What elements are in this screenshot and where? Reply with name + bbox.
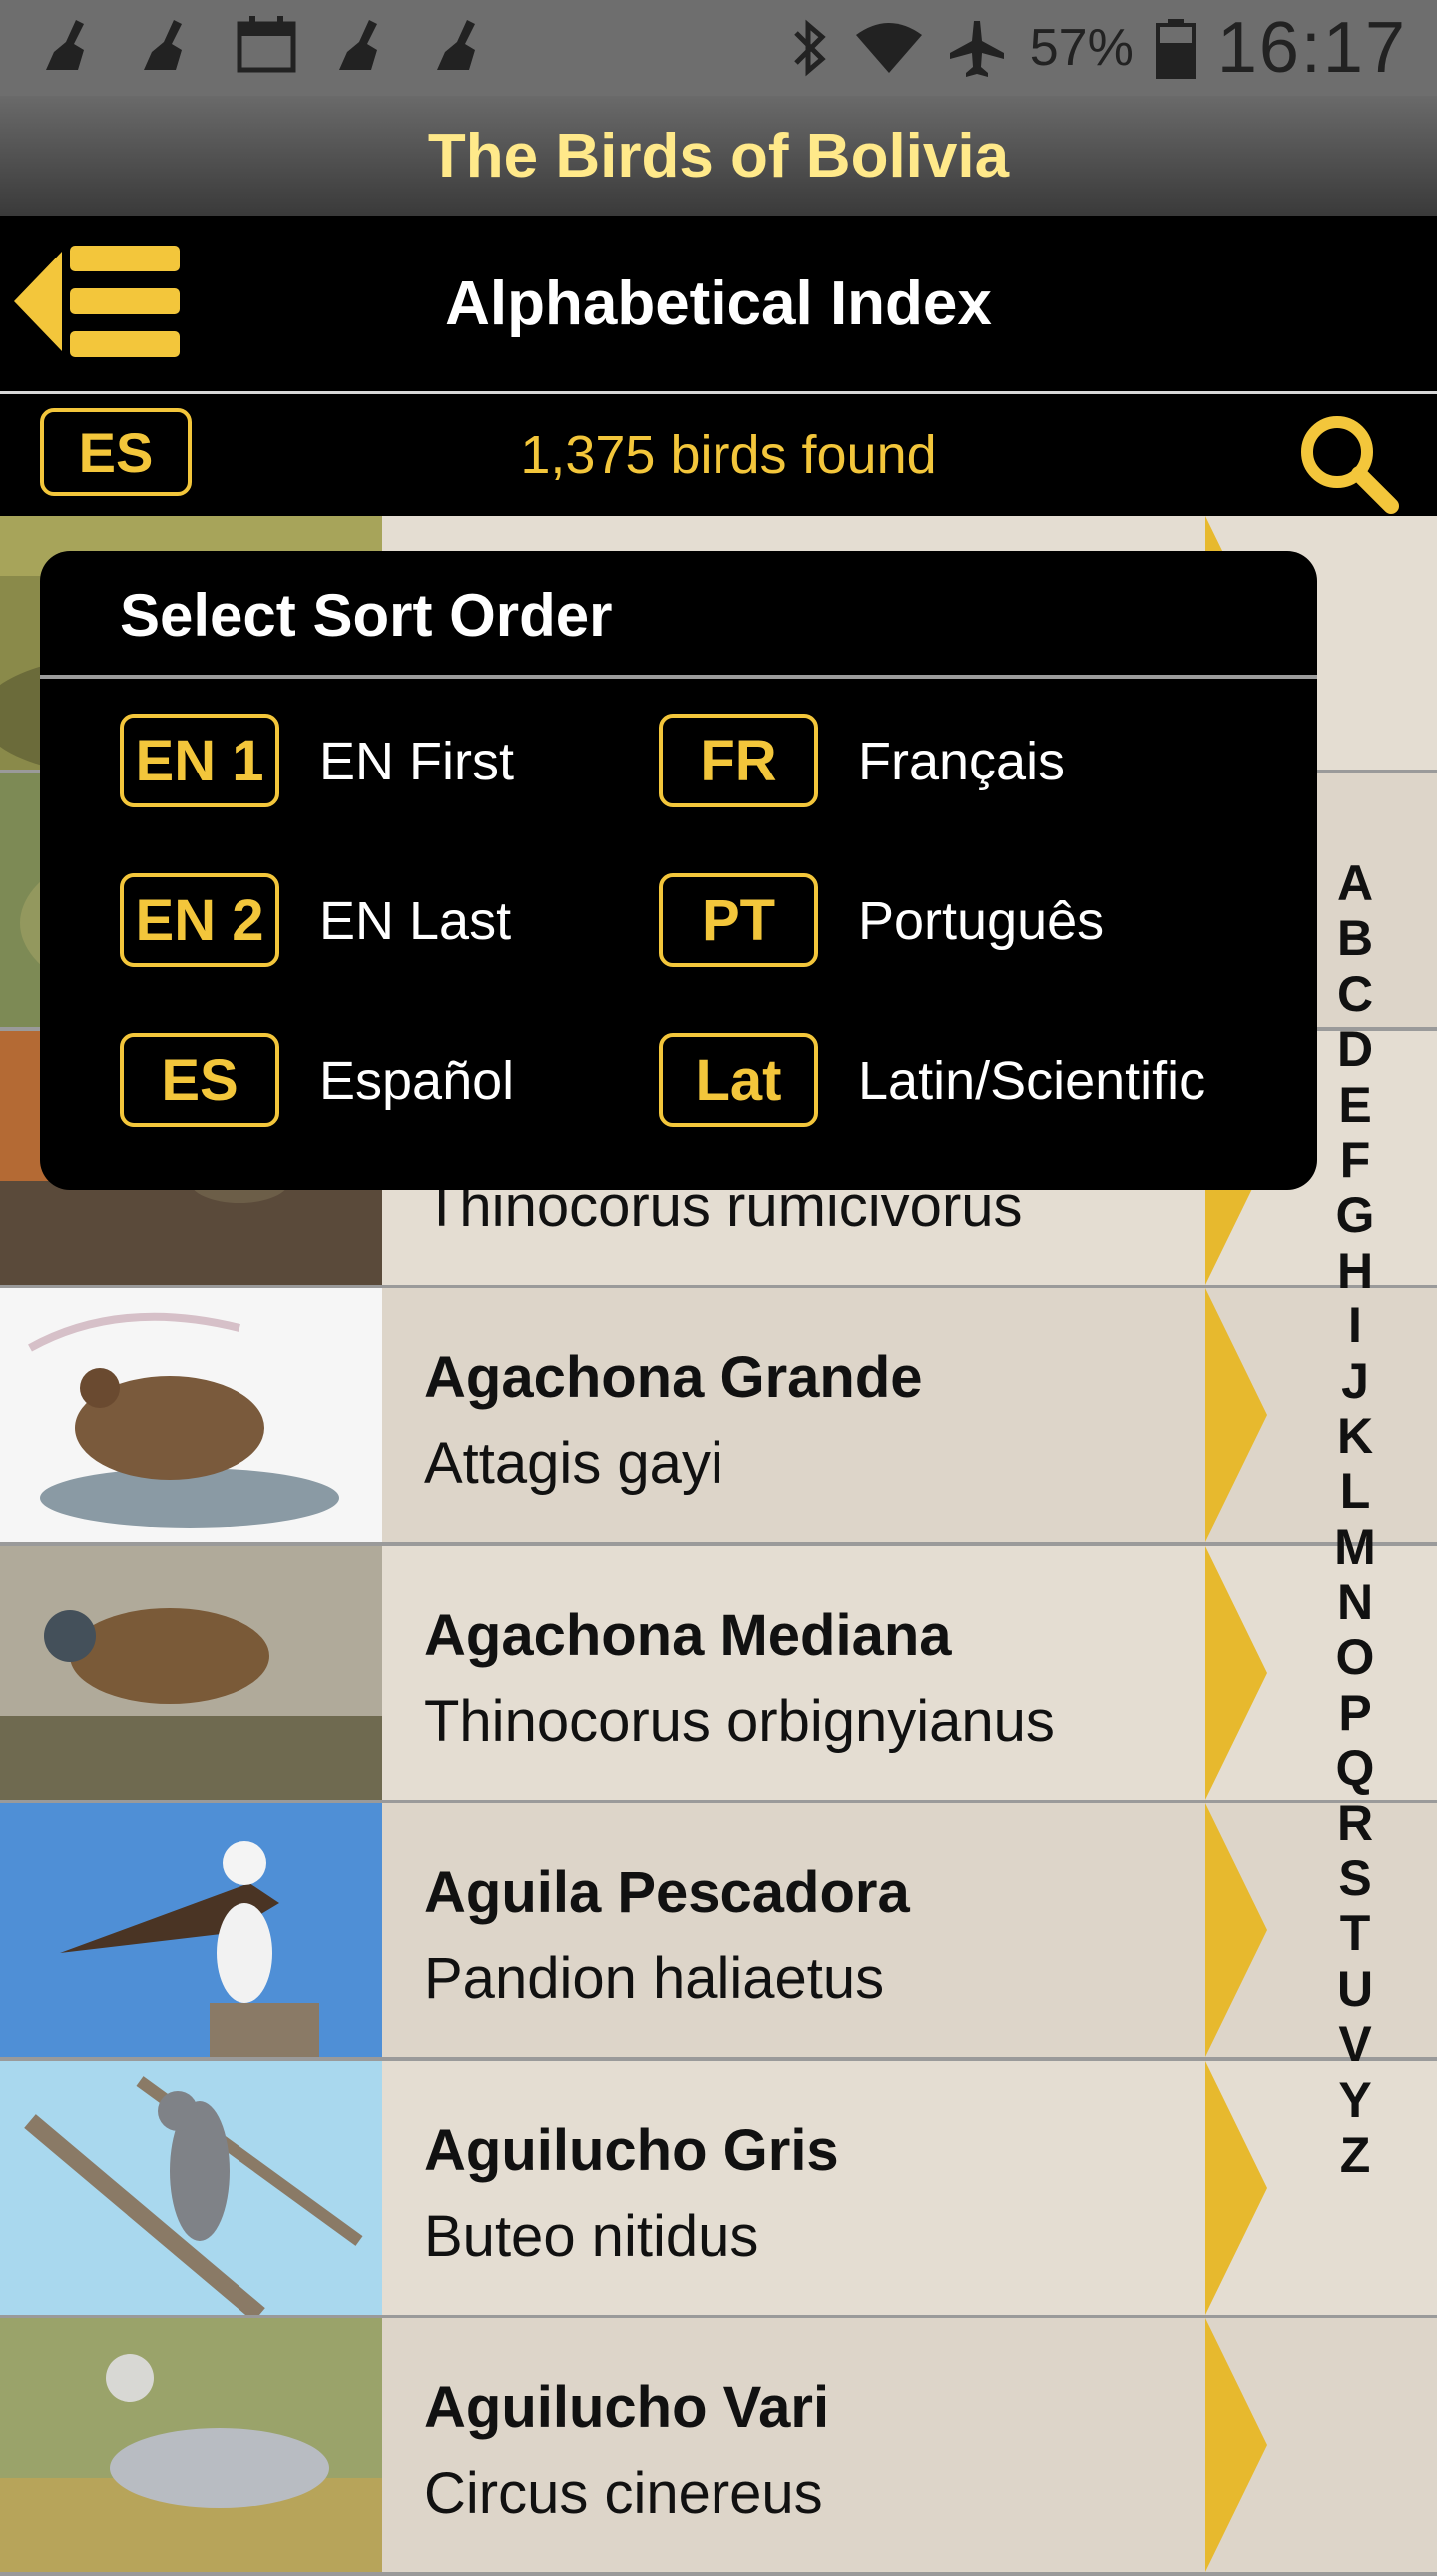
sort-option-lat-label[interactable]: Latin/Scientific xyxy=(858,1050,1205,1112)
bird-thumbnail xyxy=(0,1803,382,2057)
header: Alphabetical Index xyxy=(0,216,1437,394)
index-letter[interactable]: C xyxy=(1337,966,1373,1022)
index-letter[interactable]: B xyxy=(1337,910,1373,966)
wifi-icon xyxy=(855,23,922,73)
sort-option-en2-button[interactable]: EN 2 xyxy=(120,873,279,967)
chevron-right-icon xyxy=(1205,1803,1267,2057)
popup-title: Select Sort Order xyxy=(120,582,613,649)
index-letter[interactable]: V xyxy=(1338,2016,1371,2072)
bluetooth-icon xyxy=(793,19,826,77)
broom-icon xyxy=(339,20,377,70)
sort-option-en2-label[interactable]: EN Last xyxy=(319,890,511,952)
index-letter[interactable]: Q xyxy=(1336,1740,1375,1796)
system-icons: 57% 16:17 xyxy=(788,0,1407,96)
app-title: The Birds of Bolivia xyxy=(427,121,1010,191)
chevron-right-icon xyxy=(1205,2318,1267,2572)
sort-option-pt-button[interactable]: PT xyxy=(659,873,818,967)
bird-name: Aguila Pescadora xyxy=(424,1860,910,1925)
index-letter[interactable]: Y xyxy=(1338,2072,1371,2128)
list-item[interactable]: Aguilucho Vari Circus cinereus xyxy=(0,2318,1437,2576)
notification-icons xyxy=(40,14,493,76)
clock: 16:17 xyxy=(1216,8,1407,88)
index-letter[interactable]: I xyxy=(1348,1297,1362,1353)
index-letter[interactable]: K xyxy=(1337,1408,1373,1464)
sort-option-en1-button[interactable]: EN 1 xyxy=(120,714,279,807)
index-letter[interactable]: H xyxy=(1337,1243,1373,1298)
sort-option-lat-button[interactable]: Lat xyxy=(659,1033,818,1127)
sort-option-pt-label[interactable]: Português xyxy=(858,890,1104,952)
language-button[interactable]: ES xyxy=(40,408,192,496)
bird-latin-name: Pandion haliaetus xyxy=(424,1946,885,2011)
list-item[interactable]: Agachona Mediana Thinocorus orbignyianus xyxy=(0,1546,1437,1803)
results-count: 1,375 birds found xyxy=(520,425,937,485)
sort-order-popup: Select Sort Order EN 1 EN First FR Franç… xyxy=(40,551,1317,1190)
sort-option-fr-button[interactable]: FR xyxy=(659,714,818,807)
battery-percent: 57% xyxy=(1029,19,1134,77)
broom-icon xyxy=(437,20,475,70)
bird-latin-name: Thinocorus orbignyianus xyxy=(424,1689,1055,1754)
index-letter[interactable]: E xyxy=(1338,1077,1371,1133)
index-letter[interactable]: Z xyxy=(1340,2127,1371,2183)
bird-name: Agachona Mediana xyxy=(424,1603,952,1668)
filter-bar: 1,375 birds found ES xyxy=(0,394,1437,516)
index-letter[interactable]: S xyxy=(1338,1850,1371,1906)
bird-thumbnail xyxy=(0,2061,382,2315)
alphabet-index[interactable]: A B C D E F G H I J K L M N O P Q R S T … xyxy=(1315,855,1395,2183)
index-letter[interactable]: U xyxy=(1337,1961,1373,2017)
bird-name: Agachona Grande xyxy=(424,1345,923,1410)
divider xyxy=(40,675,1317,679)
sort-option-en1-label[interactable]: EN First xyxy=(319,731,514,792)
list-item[interactable]: Agachona Grande Attagis gayi xyxy=(0,1288,1437,1546)
back-menu-button[interactable] xyxy=(14,244,184,359)
bird-thumbnail xyxy=(0,1546,382,1800)
index-letter[interactable]: T xyxy=(1340,1906,1371,1962)
chevron-right-icon xyxy=(1205,1288,1267,1542)
broom-icon xyxy=(46,20,84,70)
chevron-right-icon xyxy=(1205,1546,1267,1800)
index-letter[interactable]: O xyxy=(1336,1630,1375,1686)
index-letter[interactable]: D xyxy=(1337,1021,1373,1077)
battery-icon xyxy=(1155,19,1196,79)
index-letter[interactable]: N xyxy=(1337,1574,1373,1630)
bird-latin-name: Circus cinereus xyxy=(424,2461,823,2526)
list-item[interactable]: Aguilucho Gris Buteo nitidus xyxy=(0,2061,1437,2318)
index-letter[interactable]: L xyxy=(1340,1463,1371,1519)
calendar-icon xyxy=(237,16,296,73)
index-letter[interactable]: F xyxy=(1340,1132,1371,1188)
airplane-icon xyxy=(949,21,1004,77)
index-letter[interactable]: G xyxy=(1336,1187,1375,1243)
index-letter[interactable]: P xyxy=(1338,1685,1371,1741)
chevron-right-icon xyxy=(1205,2061,1267,2315)
search-icon[interactable] xyxy=(1295,412,1399,516)
bird-latin-name: Attagis gayi xyxy=(424,1431,723,1496)
index-letter[interactable]: A xyxy=(1337,855,1373,911)
bird-name: Aguilucho Vari xyxy=(424,2375,830,2440)
sort-option-es-button[interactable]: ES xyxy=(120,1033,279,1127)
index-letter[interactable]: M xyxy=(1334,1519,1376,1575)
bird-name: Aguilucho Gris xyxy=(424,2118,839,2183)
index-letter[interactable]: R xyxy=(1337,1796,1373,1851)
index-letter[interactable]: J xyxy=(1341,1353,1369,1409)
page-title: Alphabetical Index xyxy=(445,268,992,338)
broom-icon xyxy=(144,20,182,70)
bird-latin-name: Buteo nitidus xyxy=(424,2204,759,2269)
bird-thumbnail xyxy=(0,1288,382,1542)
sort-option-fr-label[interactable]: Français xyxy=(858,731,1065,792)
app-title-bar: The Birds of Bolivia xyxy=(0,96,1437,216)
list-item[interactable]: Aguila Pescadora Pandion haliaetus xyxy=(0,1803,1437,2061)
status-bar: 57% 16:17 xyxy=(0,0,1437,96)
bird-thumbnail xyxy=(0,2318,382,2572)
sort-option-es-label[interactable]: Español xyxy=(319,1050,514,1112)
